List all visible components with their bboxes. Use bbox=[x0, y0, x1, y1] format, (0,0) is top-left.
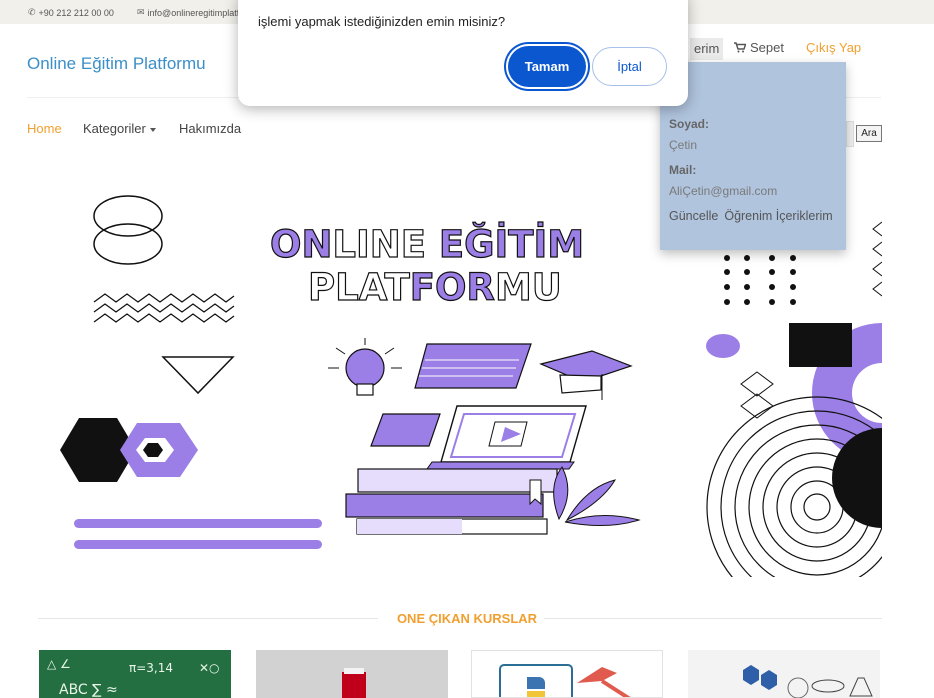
logout-link[interactable]: Çıkış Yap bbox=[806, 40, 861, 55]
surname-label: Soyad: bbox=[669, 117, 710, 131]
site-brand[interactable]: Online Eğitim Platformu bbox=[27, 54, 206, 74]
featured-courses-title: ONE ÇIKAN KURSLAR bbox=[396, 611, 538, 626]
chemistry-course-image bbox=[688, 650, 880, 698]
cancel-button[interactable]: İptal bbox=[592, 47, 667, 86]
envelope-icon: ✉ bbox=[137, 7, 145, 17]
mail-value: AliÇetin@gmail.com bbox=[669, 184, 778, 198]
search-input[interactable] bbox=[846, 121, 854, 147]
math-chalkboard-image: △ ∠ π=3,14 ✕○ ABC ∑ ≈ bbox=[39, 650, 231, 698]
python-course-image bbox=[499, 664, 631, 697]
search-button[interactable]: Ara bbox=[856, 125, 882, 142]
svg-text:ONLINE EĞİTİM: ONLINE EĞİTİM bbox=[270, 222, 584, 266]
course-thumbnail-python[interactable] bbox=[471, 650, 663, 698]
profile-label: erim bbox=[694, 41, 720, 56]
hero-title-mu: MU bbox=[495, 266, 562, 309]
caret-down-icon bbox=[149, 127, 156, 132]
email-text: info@onlineregitimplatfo bbox=[147, 7, 245, 18]
cart-link[interactable]: Sepet bbox=[734, 40, 784, 55]
svg-text:PLATFORMU: PLATFORMU bbox=[308, 266, 562, 309]
nav-categories-label: Kategoriler bbox=[83, 121, 146, 136]
course-thumbnail-2[interactable] bbox=[256, 650, 448, 698]
confirm-dialog: işlemi yapmak istediğinizden emin misini… bbox=[238, 0, 688, 106]
hero-title-on: ON bbox=[270, 223, 332, 266]
cart-icon bbox=[734, 42, 746, 53]
course-image-2 bbox=[256, 650, 448, 698]
hero-title-egitim: EĞİTİM bbox=[439, 222, 584, 266]
svg-text:△ ∠: △ ∠ bbox=[47, 657, 71, 671]
nav-home[interactable]: Home bbox=[27, 121, 62, 136]
cart-label: Sepet bbox=[750, 40, 784, 55]
nav-categories[interactable]: Kategoriler bbox=[83, 121, 156, 136]
logout-label: Çıkış Yap bbox=[806, 40, 862, 55]
nav-about[interactable]: Hakımızda bbox=[179, 121, 241, 136]
svg-text:✕○: ✕○ bbox=[199, 661, 220, 675]
course-thumbnail-chemistry[interactable] bbox=[688, 650, 880, 698]
ok-button[interactable]: Tamam bbox=[508, 46, 586, 87]
my-courses-link[interactable]: Öğrenim İçeriklerim bbox=[724, 209, 832, 223]
hero-title-plat: PLAT bbox=[308, 266, 410, 309]
mail-label: Mail: bbox=[669, 163, 697, 177]
dialog-message: işlemi yapmak istediğinizden emin misini… bbox=[258, 14, 506, 29]
update-profile-link[interactable]: Güncelle bbox=[669, 209, 718, 223]
profile-links: Güncelle Öğrenim İçeriklerim bbox=[669, 209, 833, 223]
phone-text: +90 212 212 00 00 bbox=[38, 7, 114, 18]
svg-text:π=3,14: π=3,14 bbox=[129, 661, 173, 675]
topbar-email: ✉ info@onlineregitimplatfo bbox=[137, 7, 244, 18]
surname-value: Çetin bbox=[669, 138, 698, 152]
hero-title-for: FOR bbox=[410, 266, 495, 309]
hero-title-line: LINE bbox=[332, 223, 438, 266]
phone-icon: ✆ bbox=[28, 7, 36, 17]
course-thumbnail-math[interactable]: △ ∠ π=3,14 ✕○ ABC ∑ ≈ bbox=[39, 650, 231, 698]
topbar-phone: ✆ +90 212 212 00 00 bbox=[28, 7, 114, 18]
svg-text:ABC ∑ ≈: ABC ∑ ≈ bbox=[59, 682, 118, 698]
profile-link[interactable]: erim bbox=[690, 38, 724, 60]
